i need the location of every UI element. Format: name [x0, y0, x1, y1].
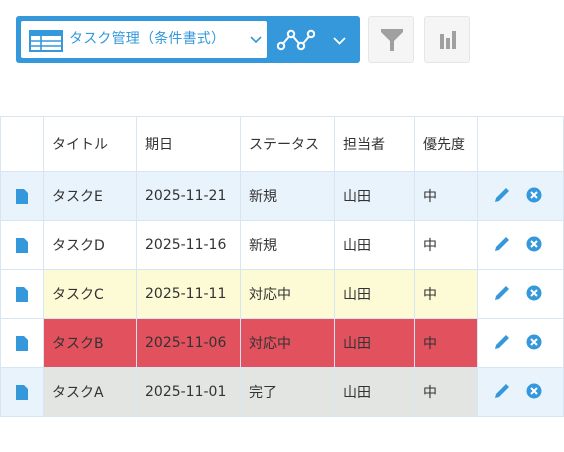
record-list-table: タイトル 期日 ステータス 担当者 優先度 タスクE 2025-11-21 新規… [0, 116, 564, 417]
cell-title: タスクC [43, 269, 137, 319]
table-header-row: タイトル 期日 ステータス 担当者 優先度 [0, 116, 564, 172]
chevron-down-icon[interactable] [333, 37, 346, 45]
chevron-down-icon [250, 36, 262, 44]
pencil-edit-icon[interactable] [494, 382, 511, 399]
table-row: タスクB 2025-11-06 対応中 山田 中 [0, 318, 564, 368]
cell-due: 2025-11-21 [136, 171, 241, 221]
pencil-edit-icon[interactable] [494, 333, 511, 350]
record-link[interactable] [0, 171, 44, 221]
table-icon [29, 30, 63, 52]
header-blank [0, 116, 44, 172]
row-actions [477, 171, 564, 221]
filter-button[interactable] [368, 16, 414, 63]
close-circle-icon[interactable] [526, 285, 542, 301]
table-row: タスクE 2025-11-21 新規 山田 中 [0, 171, 564, 221]
view-selector[interactable]: タスク管理（条件書式） [16, 16, 360, 63]
header-assignee[interactable]: 担当者 [334, 116, 415, 172]
table-row: タスクD 2025-11-16 新規 山田 中 [0, 220, 564, 270]
cell-due: 2025-11-06 [136, 318, 241, 368]
document-icon [16, 335, 28, 351]
header-status[interactable]: ステータス [240, 116, 335, 172]
cell-due: 2025-11-16 [136, 220, 241, 270]
document-icon [16, 237, 28, 253]
header-priority[interactable]: 優先度 [414, 116, 478, 172]
header-title[interactable]: タイトル [43, 116, 137, 172]
row-actions [477, 269, 564, 319]
header-actions [477, 116, 564, 172]
row-actions [477, 220, 564, 270]
row-actions [477, 367, 564, 417]
header-due[interactable]: 期日 [136, 116, 241, 172]
record-link[interactable] [0, 318, 44, 368]
filter-funnel-icon [381, 29, 403, 51]
cell-status: 新規 [240, 171, 335, 221]
close-circle-icon[interactable] [526, 236, 542, 252]
record-link[interactable] [0, 367, 44, 417]
row-actions [477, 318, 564, 368]
cell-status: 対応中 [240, 269, 335, 319]
pencil-edit-icon[interactable] [494, 284, 511, 301]
table-row: タスクA 2025-11-01 完了 山田 中 [0, 367, 564, 417]
record-link[interactable] [0, 269, 44, 319]
graph-view-button[interactable] [272, 22, 324, 58]
cell-priority: 中 [414, 171, 478, 221]
cell-title: タスクE [43, 171, 137, 221]
cell-due: 2025-11-11 [136, 269, 241, 319]
table-row: タスクC 2025-11-11 対応中 山田 中 [0, 269, 564, 319]
cell-priority: 中 [414, 220, 478, 270]
pencil-edit-icon[interactable] [494, 186, 511, 203]
close-circle-icon[interactable] [526, 334, 542, 350]
cell-assignee: 山田 [334, 318, 415, 368]
cell-due: 2025-11-01 [136, 367, 241, 417]
document-icon [16, 286, 28, 302]
close-circle-icon[interactable] [526, 383, 542, 399]
pencil-edit-icon[interactable] [494, 235, 511, 252]
graph-button[interactable] [424, 16, 470, 63]
bar-chart-icon [440, 31, 456, 49]
cell-assignee: 山田 [334, 220, 415, 270]
close-circle-icon[interactable] [526, 187, 542, 203]
document-icon [16, 384, 28, 400]
cell-assignee: 山田 [334, 269, 415, 319]
cell-priority: 中 [414, 269, 478, 319]
document-icon [16, 188, 28, 204]
cell-title: タスクD [43, 220, 137, 270]
cell-assignee: 山田 [334, 367, 415, 417]
cell-title: タスクB [43, 318, 137, 368]
cell-status: 対応中 [240, 318, 335, 368]
cell-status: 新規 [240, 220, 335, 270]
cell-priority: 中 [414, 367, 478, 417]
record-link[interactable] [0, 220, 44, 270]
view-dropdown[interactable]: タスク管理（条件書式） [21, 21, 267, 58]
cell-title: タスクA [43, 367, 137, 417]
cell-status: 完了 [240, 367, 335, 417]
cell-assignee: 山田 [334, 171, 415, 221]
cell-priority: 中 [414, 318, 478, 368]
line-graph-icon [277, 29, 315, 51]
view-name: タスク管理（条件書式） [69, 31, 226, 47]
